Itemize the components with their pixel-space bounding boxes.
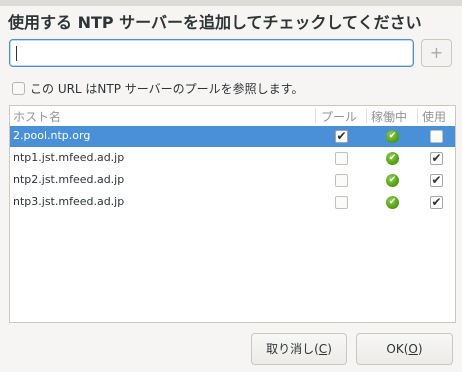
table-row[interactable]: 2.pool.ntp.org ✔ ✔ bbox=[10, 126, 455, 147]
status-ok-icon: ✔ bbox=[386, 174, 399, 187]
use-checkbox-checked[interactable]: ✔ bbox=[430, 152, 443, 165]
pool-checkbox-unchecked[interactable] bbox=[335, 174, 348, 187]
add-server-button[interactable]: + bbox=[421, 39, 452, 67]
pool-checkbox-label[interactable]: この URL はNTP サーバーのプールを参照します。 bbox=[30, 80, 303, 97]
column-separator bbox=[315, 108, 316, 123]
server-list[interactable]: ホスト名 プール 稼働中 使用 2.pool.ntp.org ✔ ✔ ntp1.jst… bbox=[9, 105, 456, 323]
host-name: ntp1.jst.mfeed.ad.jp bbox=[13, 151, 125, 164]
ok-mnemonic: O bbox=[408, 342, 418, 356]
table-row[interactable]: ntp2.jst.mfeed.ad.jp ✔ ✔ bbox=[10, 170, 455, 191]
pool-checkbox-unchecked[interactable] bbox=[335, 196, 348, 209]
column-header-host[interactable]: ホスト名 bbox=[13, 108, 61, 125]
use-checkbox-unchecked[interactable] bbox=[430, 130, 443, 143]
cancel-button-label: 取り消し( bbox=[266, 342, 319, 356]
host-name: ntp3.jst.mfeed.ad.jp bbox=[13, 195, 125, 208]
table-header: ホスト名 プール 稼働中 使用 bbox=[10, 106, 455, 125]
column-separator bbox=[417, 108, 418, 123]
check-icon: ✔ bbox=[431, 195, 442, 209]
status-ok-icon: ✔ bbox=[386, 152, 399, 165]
plus-icon: + bbox=[429, 43, 444, 62]
status-ok-icon: ✔ bbox=[386, 130, 399, 143]
cancel-button[interactable]: 取り消し(C) bbox=[251, 333, 347, 365]
host-name: 2.pool.ntp.org bbox=[13, 129, 91, 142]
use-checkbox-checked[interactable]: ✔ bbox=[430, 196, 443, 209]
pool-checkbox[interactable] bbox=[12, 82, 25, 95]
ok-button-suffix: ) bbox=[417, 342, 423, 356]
check-icon: ✔ bbox=[431, 151, 442, 165]
ok-button-label: OK( bbox=[386, 342, 409, 356]
host-name: ntp2.jst.mfeed.ad.jp bbox=[13, 173, 125, 186]
check-icon: ✔ bbox=[336, 129, 347, 143]
dialog-title: 使用する NTP サーバーを追加してチェックしてください bbox=[8, 13, 422, 32]
pool-checkbox-unchecked[interactable] bbox=[335, 152, 348, 165]
ok-button[interactable]: OK(O) bbox=[356, 333, 453, 365]
window-top-edge bbox=[0, 0, 462, 6]
pool-checkbox-checked[interactable]: ✔ bbox=[335, 130, 348, 143]
text-caret bbox=[16, 46, 17, 61]
column-header-pool[interactable]: プール bbox=[321, 108, 357, 125]
column-header-use[interactable]: 使用 bbox=[422, 108, 446, 125]
ntp-server-input[interactable] bbox=[9, 39, 414, 67]
cancel-button-suffix: ) bbox=[327, 342, 332, 356]
table-row[interactable]: ntp3.jst.mfeed.ad.jp ✔ ✔ bbox=[10, 192, 455, 213]
use-checkbox-checked[interactable]: ✔ bbox=[430, 174, 443, 187]
status-ok-icon: ✔ bbox=[386, 196, 399, 209]
column-header-status[interactable]: 稼働中 bbox=[371, 108, 407, 125]
table-row[interactable]: ntp1.jst.mfeed.ad.jp ✔ ✔ bbox=[10, 148, 455, 169]
check-icon: ✔ bbox=[431, 173, 442, 187]
column-separator bbox=[366, 108, 367, 123]
cancel-mnemonic: C bbox=[318, 342, 328, 356]
